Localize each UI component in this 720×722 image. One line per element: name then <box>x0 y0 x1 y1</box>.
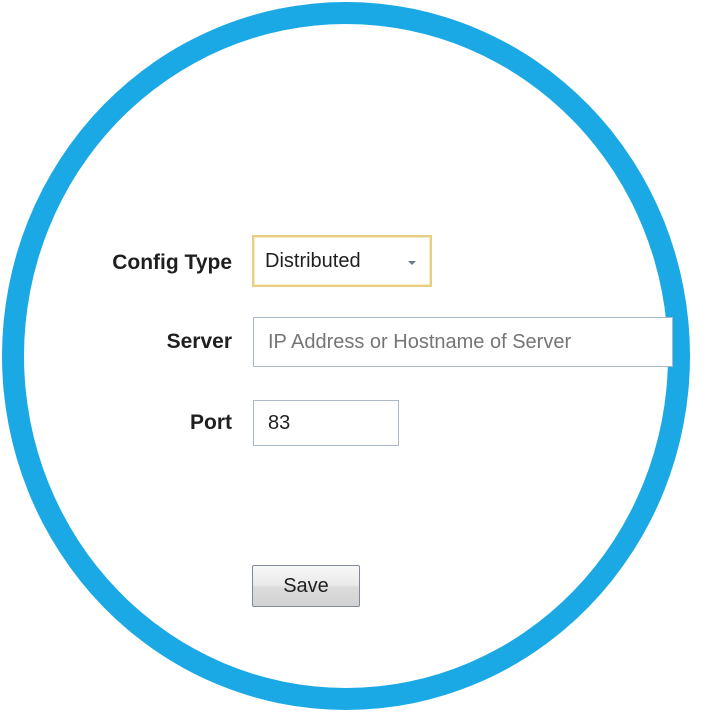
server-label: Server <box>166 330 232 353</box>
save-button[interactable]: Save <box>252 565 360 607</box>
config-type-label: Config Type <box>112 251 232 274</box>
chevron-down-icon <box>408 261 416 265</box>
config-type-selected-value: Distributed <box>265 249 361 272</box>
port-input[interactable] <box>253 400 399 446</box>
server-input[interactable] <box>253 317 673 367</box>
zoom-callout: Config Type Distributed Server Port Save <box>0 0 720 722</box>
port-label: Port <box>190 411 232 434</box>
config-type-dropdown[interactable]: Distributed <box>252 235 432 287</box>
